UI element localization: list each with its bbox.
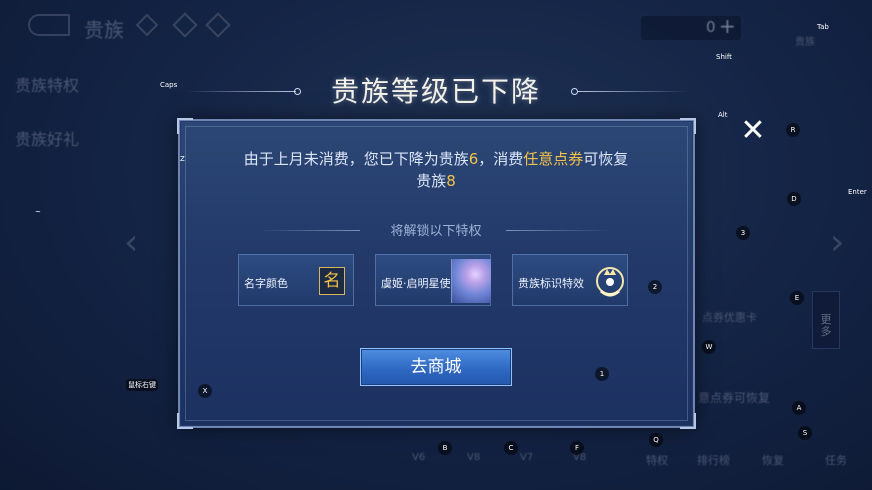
key-hint-3: 3 xyxy=(736,226,750,240)
key-hint-c: C xyxy=(504,441,518,455)
message-part1: 由于上月未消费，您已下降为贵族 xyxy=(243,150,469,168)
privilege-card-emblem[interactable]: 贵族标识特效 xyxy=(512,254,628,306)
privilege-card-name-color[interactable]: 名字颜色 名 xyxy=(238,254,354,306)
current-level: 6 xyxy=(468,150,479,168)
key-hint-d: D xyxy=(787,192,801,206)
key-hint-q: Q xyxy=(649,433,663,447)
key-hint-f: F xyxy=(570,441,584,455)
dialog-message: 由于上月未消费，您已下降为贵族6，消费任意点券可恢复 贵族8 xyxy=(195,148,677,192)
message-part3: 可恢复 xyxy=(583,150,629,168)
title-dot-right xyxy=(571,88,578,95)
key-hint-alt: Alt xyxy=(718,111,728,119)
key-hint-b: B xyxy=(438,441,452,455)
unlock-line-right xyxy=(506,230,610,231)
privilege-card-skin[interactable]: 虞姬·启明星使 xyxy=(375,254,491,306)
title-line-left xyxy=(186,91,296,92)
title-dot-left xyxy=(294,88,301,95)
dialog-title: 贵族等级已下降 xyxy=(330,75,541,108)
name-color-icon: 名 xyxy=(319,267,345,295)
target-level: 8 xyxy=(446,172,456,190)
key-hint-e: E xyxy=(790,291,804,305)
key-hint-tab: Tab xyxy=(817,23,829,31)
key-hint-2: 2 xyxy=(648,280,662,294)
corner-tl xyxy=(177,118,193,134)
corner-bl xyxy=(177,413,193,429)
noble-emblem-icon xyxy=(593,261,627,301)
currency-name: 任意点券 xyxy=(523,150,584,168)
skin-portrait-icon xyxy=(451,259,491,303)
privilege-label: 贵族标识特效 xyxy=(518,277,584,290)
corner-br xyxy=(680,413,696,429)
key-hint-a: A xyxy=(792,401,806,415)
title-line-right xyxy=(578,91,688,92)
privilege-label: 虞姬·启明星使 xyxy=(381,277,451,290)
key-hint-r: R xyxy=(786,123,800,137)
close-icon[interactable]: ✕ xyxy=(739,116,767,146)
name-color-glyph: 名 xyxy=(323,271,341,291)
message-part2: ，消费 xyxy=(478,150,524,168)
key-hint-x: X xyxy=(198,384,212,398)
corner-tr xyxy=(680,118,696,134)
key-hint-caps: Caps xyxy=(160,81,178,89)
privilege-label: 名字颜色 xyxy=(244,277,288,290)
key-hint-z: Z xyxy=(180,155,185,163)
message-part4: 贵族 xyxy=(416,172,447,190)
go-to-shop-button[interactable]: 去商城 xyxy=(360,348,512,386)
key-hint-mouse-right: 鼠标右键 xyxy=(126,379,158,391)
key-hint-s: S xyxy=(798,426,812,440)
key-hint-tilde: ~ xyxy=(35,208,41,216)
key-hint-w: W xyxy=(702,340,716,354)
key-hint-1: 1 xyxy=(595,367,609,381)
key-hint-enter: Enter xyxy=(848,188,867,196)
key-hint-shift: Shift xyxy=(716,53,732,61)
